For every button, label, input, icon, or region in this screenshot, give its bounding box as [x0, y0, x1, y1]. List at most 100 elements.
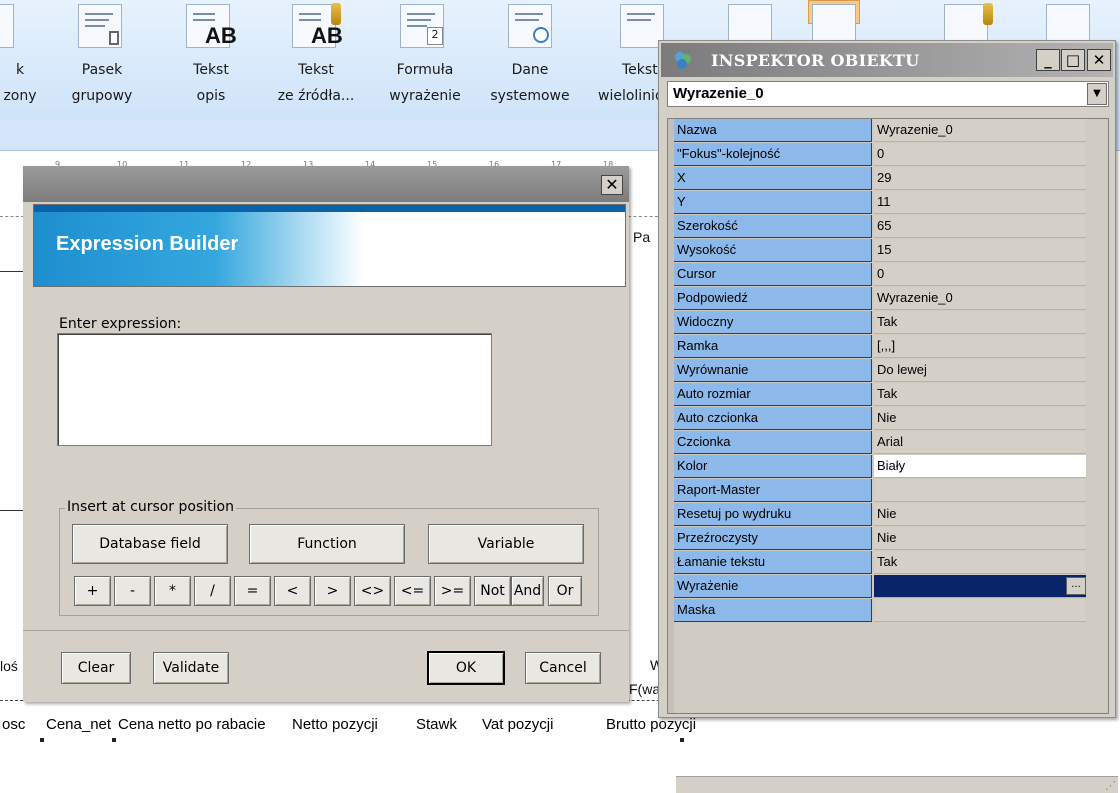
property-row[interactable]: Wysokość 15: [674, 239, 1088, 263]
handle-icon[interactable]: [112, 738, 116, 742]
property-row[interactable]: X 29: [674, 167, 1088, 191]
ribbon-label: Formuła: [396, 62, 454, 78]
close-button[interactable]: ✕: [1087, 49, 1111, 71]
band-line: [0, 271, 24, 272]
property-row[interactable]: Raport-Master: [674, 479, 1088, 503]
property-value[interactable]: Arial: [874, 431, 1086, 454]
database-icon: [983, 3, 993, 25]
property-value[interactable]: 15: [874, 239, 1086, 262]
close-button[interactable]: ✕: [601, 175, 623, 195]
property-row[interactable]: Maska: [674, 599, 1088, 623]
operator-and-button[interactable]: And: [511, 576, 544, 606]
resize-grip-icon[interactable]: ⋰: [1105, 779, 1116, 792]
formula-icon: 2: [400, 4, 444, 48]
clear-button[interactable]: Clear: [61, 652, 131, 684]
property-row[interactable]: Podpowiedź Wyrazenie_0: [674, 287, 1088, 311]
property-value[interactable]: 0: [874, 143, 1086, 166]
operator-less-equal-button[interactable]: <=: [394, 576, 431, 606]
ribbon-item-formula[interactable]: 2 Formuła wyrażenie: [380, 0, 470, 120]
minimize-button[interactable]: _: [1036, 49, 1060, 71]
property-row[interactable]: "Fokus"-kolejność 0: [674, 143, 1088, 167]
property-value[interactable]: Do lewej: [874, 359, 1086, 382]
property-value[interactable]: Nie: [874, 503, 1086, 526]
operator-greater-button[interactable]: >: [314, 576, 351, 606]
report-column-header[interactable]: osc: [2, 716, 25, 733]
property-value[interactable]: 29: [874, 167, 1086, 190]
property-value[interactable]: Biały: [874, 455, 1086, 478]
property-row[interactable]: Resetuj po wydruku Nie: [674, 503, 1088, 527]
database-field-button[interactable]: Database field: [72, 524, 228, 564]
property-value[interactable]: [874, 599, 1086, 622]
property-value[interactable]: 65: [874, 215, 1086, 238]
maximize-button[interactable]: □: [1061, 49, 1085, 71]
operator-or-button[interactable]: Or: [548, 576, 582, 606]
report-column-header[interactable]: Cena_net: [46, 716, 111, 733]
property-name: X: [674, 167, 872, 190]
report-column-header[interactable]: Stawk: [416, 716, 457, 733]
report-column-header[interactable]: Netto pozycji: [292, 716, 378, 733]
property-row[interactable]: Kolor Biały: [674, 455, 1088, 479]
property-value[interactable]: Wyrazenie_0: [874, 287, 1086, 310]
expression-input[interactable]: [57, 333, 492, 446]
validate-button[interactable]: Validate: [153, 652, 229, 684]
variable-button[interactable]: Variable: [428, 524, 584, 564]
property-value[interactable]: 11: [874, 191, 1086, 214]
ribbon-item-system-data[interactable]: Dane systemowe: [480, 0, 580, 120]
property-row[interactable]: Auto rozmiar Tak: [674, 383, 1088, 407]
property-value[interactable]: Tak: [874, 311, 1086, 334]
property-value[interactable]: Tak: [874, 383, 1086, 406]
handle-icon[interactable]: [40, 738, 44, 742]
ellipsis-button[interactable]: ...: [1066, 577, 1086, 595]
object-selector-dropdown[interactable]: Wyrazenie_0 ▼: [667, 81, 1109, 107]
property-name: Szerokość: [674, 215, 872, 238]
operator-equal-button[interactable]: =: [234, 576, 271, 606]
inspector-titlebar[interactable]: INSPEKTOR OBIEKTU _ □ ✕: [661, 43, 1113, 77]
report-column-header[interactable]: Brutto pozycji: [606, 716, 696, 733]
report-expression-text: F(wa: [629, 681, 661, 697]
operator-not-equal-button[interactable]: <>: [354, 576, 391, 606]
property-row[interactable]: Y 11: [674, 191, 1088, 215]
property-row[interactable]: Nazwa Wyrazenie_0: [674, 119, 1088, 143]
handle-icon[interactable]: [680, 738, 684, 742]
property-row[interactable]: Przeźroczysty Nie: [674, 527, 1088, 551]
operator-minus-button[interactable]: -: [114, 576, 151, 606]
ribbon-item-partial[interactable]: k zony: [0, 0, 40, 120]
report-column-header[interactable]: Cena netto po rabacie: [118, 716, 266, 733]
property-row[interactable]: Szerokość 65: [674, 215, 1088, 239]
property-row[interactable]: Widoczny Tak: [674, 311, 1088, 335]
property-row[interactable]: Ramka [,,,]: [674, 335, 1088, 359]
property-row[interactable]: Łamanie tekstu Tak: [674, 551, 1088, 575]
chevron-down-icon[interactable]: ▼: [1087, 83, 1107, 105]
band-separator: [0, 216, 24, 217]
property-row[interactable]: Wyrównanie Do lewej: [674, 359, 1088, 383]
cancel-button[interactable]: Cancel: [525, 652, 601, 684]
property-value[interactable]: [874, 479, 1086, 502]
property-row[interactable]: Wyrażenie...: [674, 575, 1088, 599]
property-value[interactable]: [874, 575, 1086, 598]
ok-button[interactable]: OK: [428, 652, 504, 684]
function-button[interactable]: Function: [249, 524, 405, 564]
property-value[interactable]: Nie: [874, 527, 1086, 550]
property-row[interactable]: Cursor 0: [674, 263, 1088, 287]
property-value[interactable]: Nie: [874, 407, 1086, 430]
operator-plus-button[interactable]: +: [74, 576, 111, 606]
operator-less-button[interactable]: <: [274, 576, 311, 606]
operator-greater-equal-button[interactable]: >=: [434, 576, 471, 606]
operator-not-button[interactable]: Not: [474, 576, 511, 606]
report-column-header[interactable]: Vat pozycji: [482, 716, 553, 733]
ribbon-item-text-source[interactable]: AB Tekst ze źródła...: [256, 0, 376, 120]
ribbon-label: Pasek: [81, 62, 123, 78]
property-name: Wysokość: [674, 239, 872, 262]
ribbon-item-text-label[interactable]: AB Tekst opis: [166, 0, 256, 120]
property-value[interactable]: Wyrazenie_0: [874, 119, 1086, 142]
operator-multiply-button[interactable]: *: [154, 576, 191, 606]
property-value[interactable]: 0: [874, 263, 1086, 286]
dialog-titlebar[interactable]: ✕: [23, 166, 629, 202]
property-name: Wyrażenie: [674, 575, 872, 598]
property-row[interactable]: Auto czcionka Nie: [674, 407, 1088, 431]
ribbon-item-group-band[interactable]: Pasek grupowy: [62, 0, 142, 120]
property-value[interactable]: [,,,]: [874, 335, 1086, 358]
operator-divide-button[interactable]: /: [194, 576, 231, 606]
property-value[interactable]: Tak: [874, 551, 1086, 574]
property-row[interactable]: Czcionka Arial: [674, 431, 1088, 455]
